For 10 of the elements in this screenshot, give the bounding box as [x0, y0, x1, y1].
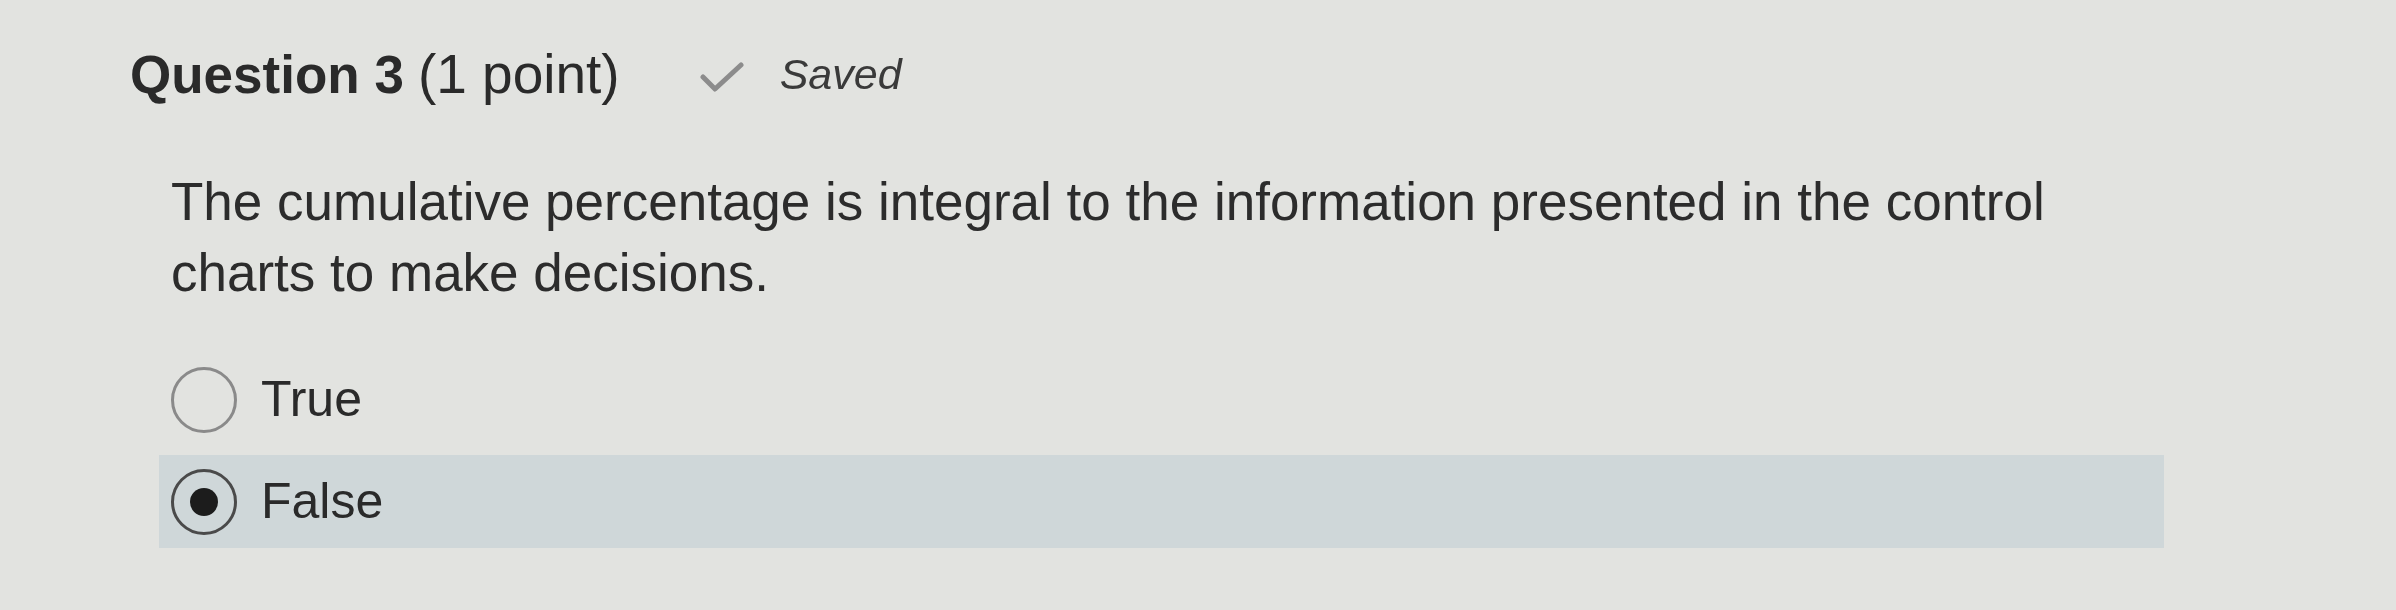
radio-button[interactable]: [171, 468, 237, 535]
option-label[interactable]: False: [261, 472, 384, 531]
check-icon: [699, 62, 744, 92]
selected-option-highlight[interactable]: False: [159, 455, 2164, 548]
option-label[interactable]: True: [261, 370, 362, 429]
saved-status: Saved: [779, 50, 902, 100]
question-title: Question 3: [130, 44, 404, 106]
question-text: The cumulative percentage is integral to the information presented in the control charts to make decisions.: [171, 171, 2046, 304]
radio-button[interactable]: [171, 366, 237, 433]
points-label: (1 point): [417, 43, 620, 107]
